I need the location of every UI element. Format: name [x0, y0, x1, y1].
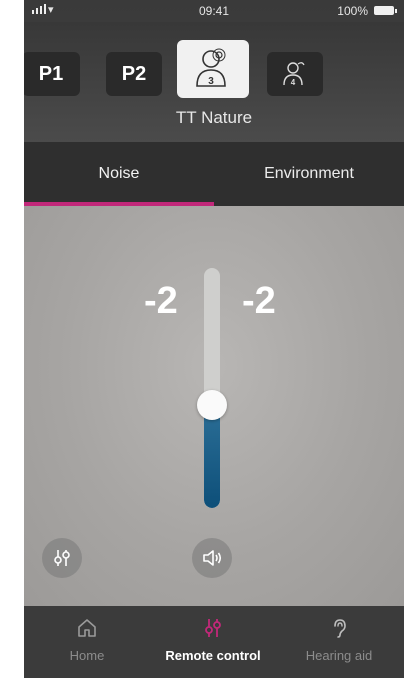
bottom-navigation: Home Remote control Hearing aid	[24, 606, 404, 678]
equalizer-icon	[54, 550, 70, 566]
program-p1-button[interactable]: P1	[24, 52, 80, 96]
noise-slider-thumb[interactable]	[197, 390, 227, 420]
noise-panel: -2 -2	[24, 206, 404, 606]
program-4-button[interactable]: 4	[267, 52, 323, 96]
battery-percent: 100%	[337, 4, 368, 18]
nav-hearing-aid[interactable]: Hearing aid	[276, 606, 402, 678]
program-3-number: 3	[208, 76, 214, 87]
right-noise-value: -2	[242, 280, 276, 322]
speaker-icon	[203, 550, 222, 566]
phone-screen: ▾ 09:41 100% P1 P2 3 4 TT Nature Noise E…	[24, 0, 404, 678]
nav-remote-control[interactable]: Remote control	[150, 606, 276, 678]
nav-hearing-aid-label: Hearing aid	[305, 648, 373, 663]
program-3-button[interactable]: 3	[177, 40, 249, 98]
volume-button[interactable]	[192, 538, 232, 578]
program-name: TT Nature	[175, 108, 253, 127]
noise-slider-track[interactable]	[204, 268, 220, 508]
tab-bar: Noise Environment	[24, 142, 404, 206]
noise-slider-fill	[204, 405, 220, 508]
sliders-icon	[205, 619, 221, 637]
program-header: P1 P2 3 4 TT Nature	[24, 22, 404, 142]
program-4-number: 4	[291, 78, 296, 87]
nav-home-label: Home	[69, 648, 105, 663]
battery-icon	[374, 6, 397, 15]
nav-home[interactable]: Home	[24, 606, 150, 678]
ear-icon	[334, 619, 346, 638]
nav-remote-control-label: Remote control	[165, 648, 261, 663]
tab-environment[interactable]: Environment	[214, 142, 404, 206]
home-icon	[78, 619, 96, 637]
left-noise-value: -2	[144, 280, 178, 322]
person-listening-icon: 3	[196, 48, 226, 87]
person-speech-icon: 4	[283, 62, 305, 87]
program-p2-button[interactable]: P2	[106, 52, 162, 96]
tab-noise[interactable]: Noise	[24, 142, 214, 206]
equalizer-button[interactable]	[42, 538, 82, 578]
status-bar: ▾ 09:41 100%	[24, 0, 404, 22]
